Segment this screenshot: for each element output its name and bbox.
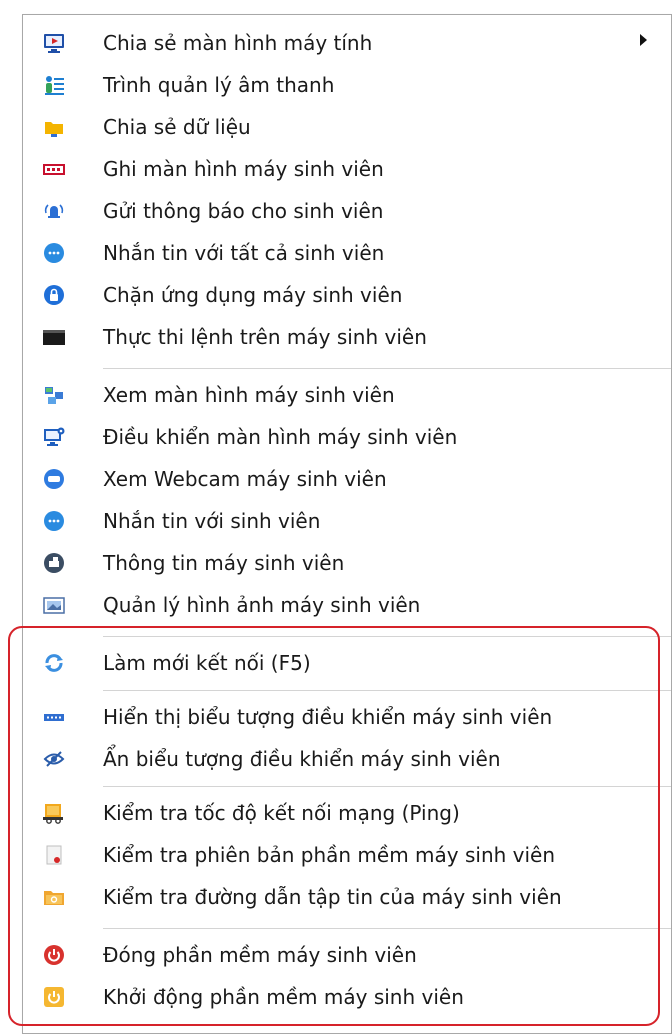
menu-item-label: Điều khiển màn hình máy sinh viên [103, 425, 458, 449]
audio-manager-icon [45, 76, 64, 95]
menu-item-version-check[interactable]: Kiểm tra phiên bản phần mềm máy sinh viê… [23, 834, 671, 876]
menu-item-label: Quản lý hình ảnh máy sinh viên [103, 593, 421, 617]
menu-item-send-notice[interactable]: Gửi thông báo cho sinh viên [23, 190, 671, 232]
menu-item-block-app[interactable]: Chặn ứng dụng máy sinh viên [23, 274, 671, 316]
menu-separator [103, 636, 671, 637]
menu-item-label: Chặn ứng dụng máy sinh viên [103, 283, 403, 307]
startup-icon [44, 987, 64, 1007]
show-toolbar-icon [44, 714, 64, 721]
refresh-icon [45, 654, 63, 672]
menu-separator [103, 928, 671, 929]
menu-item-close-software[interactable]: Đóng phần mềm máy sinh viên [23, 934, 671, 976]
menu-item-show-toolbar[interactable]: Hiển thị biểu tượng điều khiển máy sinh … [23, 696, 671, 738]
screen-share-icon [44, 34, 64, 53]
menu-item-label: Nhắn tin với tất cả sinh viên [103, 241, 385, 265]
menu-separator [103, 690, 671, 691]
menu-item-view-screen[interactable]: Xem màn hình máy sinh viên [23, 374, 671, 416]
menu-item-label: Kiểm tra tốc độ kết nối mạng (Ping) [103, 801, 460, 825]
image-manager-icon [43, 597, 65, 614]
menu-item-label: Gửi thông báo cho sinh viên [103, 199, 384, 223]
submenu-arrow-icon [640, 34, 647, 46]
menu-item-label: Thông tin máy sinh viên [103, 551, 345, 575]
menu-item-label: Hiển thị biểu tượng điều khiển máy sinh … [103, 705, 553, 729]
menu-item-audio-manager[interactable]: Trình quản lý âm thanh [23, 64, 671, 106]
ping-icon [43, 804, 63, 824]
menu-item-label: Nhắn tin với sinh viên [103, 509, 321, 533]
machine-info-icon [44, 553, 64, 573]
menu-item-label: Xem Webcam máy sinh viên [103, 467, 387, 491]
menu-item-machine-info[interactable]: Thông tin máy sinh viên [23, 542, 671, 584]
menu-item-file-path[interactable]: Kiểm tra đường dẫn tập tin của máy sinh … [23, 876, 671, 918]
menu-item-refresh[interactable]: Làm mới kết nối (F5) [23, 642, 671, 684]
menu-item-label: Ghi màn hình máy sinh viên [103, 157, 384, 181]
broadcast-bell-icon [44, 204, 64, 218]
menu-separator [103, 786, 671, 787]
menu-item-label: Xem màn hình máy sinh viên [103, 383, 395, 407]
chat-all-icon [44, 243, 64, 263]
menu-item-label: Đóng phần mềm máy sinh viên [103, 943, 417, 967]
menu-item-label: Chia sẻ dữ liệu [103, 115, 251, 139]
menu-item-share-data[interactable]: Chia sẻ dữ liệu [23, 106, 671, 148]
menu-item-label: Kiểm tra đường dẫn tập tin của máy sinh … [103, 885, 562, 909]
menu-item-label: Kiểm tra phiên bản phần mềm máy sinh viê… [103, 843, 556, 867]
menu-item-chat-all[interactable]: Nhắn tin với tất cả sinh viên [23, 232, 671, 274]
block-app-icon [44, 285, 64, 305]
folder-share-icon [45, 122, 63, 137]
menu-item-record-screen[interactable]: Ghi màn hình máy sinh viên [23, 148, 671, 190]
menu-item-run-command[interactable]: Thực thi lệnh trên máy sinh viên [23, 316, 671, 358]
context-menu: Chia sẻ màn hình máy tính Trình quản lý … [22, 14, 672, 1034]
menu-item-label: Trình quản lý âm thanh [103, 73, 335, 97]
view-screen-icon [45, 387, 63, 404]
power-off-icon [44, 945, 64, 965]
menu-item-label: Làm mới kết nối (F5) [103, 651, 311, 675]
menu-item-chat-student[interactable]: Nhắn tin với sinh viên [23, 500, 671, 542]
hide-eye-icon [43, 751, 65, 767]
menu-item-remote-control[interactable]: Điều khiển màn hình máy sinh viên [23, 416, 671, 458]
remote-control-icon [44, 427, 65, 446]
menu-item-start-software[interactable]: Khởi động phần mềm máy sinh viên [23, 976, 671, 1018]
menu-item-share-screen[interactable]: Chia sẻ màn hình máy tính [23, 22, 671, 64]
menu-item-label: Thực thi lệnh trên máy sinh viên [103, 325, 427, 349]
menu-separator [103, 368, 671, 369]
record-screen-icon [43, 164, 65, 175]
menu-item-ping[interactable]: Kiểm tra tốc độ kết nối mạng (Ping) [23, 792, 671, 834]
chat-icon [44, 511, 64, 531]
webcam-icon [44, 469, 64, 489]
version-check-icon [46, 845, 62, 865]
menu-item-webcam[interactable]: Xem Webcam máy sinh viên [23, 458, 671, 500]
menu-item-label: Ẩn biểu tượng điều khiển máy sinh viên [103, 747, 501, 771]
menu-item-label: Chia sẻ màn hình máy tính [103, 31, 373, 55]
menu-item-label: Khởi động phần mềm máy sinh viên [103, 985, 464, 1009]
terminal-icon [43, 330, 65, 345]
menu-item-image-manager[interactable]: Quản lý hình ảnh máy sinh viên [23, 584, 671, 626]
menu-item-hide-toolbar[interactable]: Ẩn biểu tượng điều khiển máy sinh viên [23, 738, 671, 780]
file-path-icon [44, 891, 64, 905]
